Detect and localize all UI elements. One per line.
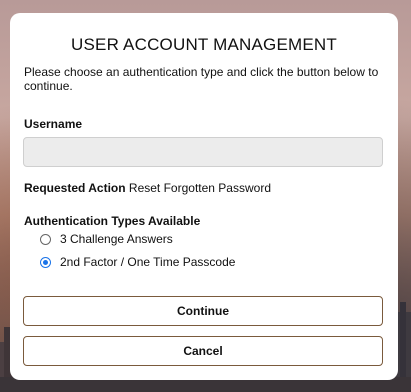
account-management-card: USER ACCOUNT MANAGEMENT Please choose an… bbox=[10, 13, 398, 380]
page-title: USER ACCOUNT MANAGEMENT bbox=[71, 35, 337, 54]
username-input[interactable] bbox=[23, 137, 383, 167]
cancel-button[interactable]: Cancel bbox=[23, 336, 383, 366]
auth-option-label: 2nd Factor / One Time Passcode bbox=[60, 255, 236, 269]
continue-button[interactable]: Continue bbox=[23, 296, 383, 326]
username-label: Username bbox=[24, 117, 83, 131]
auth-option-one-time-passcode[interactable]: 2nd Factor / One Time Passcode bbox=[40, 255, 235, 269]
requested-action-value: Reset Forgotten Password bbox=[128, 181, 271, 195]
auth-option-label: 3 Challenge Answers bbox=[60, 232, 173, 246]
requested-action-label: Requested Action bbox=[24, 181, 126, 195]
radio-one-time-passcode[interactable] bbox=[40, 256, 51, 268]
instructions-text: Please choose an authentication type and… bbox=[24, 65, 379, 93]
requested-action: Requested Action Reset Forgotten Passwor… bbox=[24, 181, 271, 195]
radio-challenge-answers[interactable] bbox=[40, 233, 51, 245]
auth-types-label: Authentication Types Available bbox=[24, 214, 201, 228]
auth-option-challenge-answers[interactable]: 3 Challenge Answers bbox=[40, 232, 173, 246]
